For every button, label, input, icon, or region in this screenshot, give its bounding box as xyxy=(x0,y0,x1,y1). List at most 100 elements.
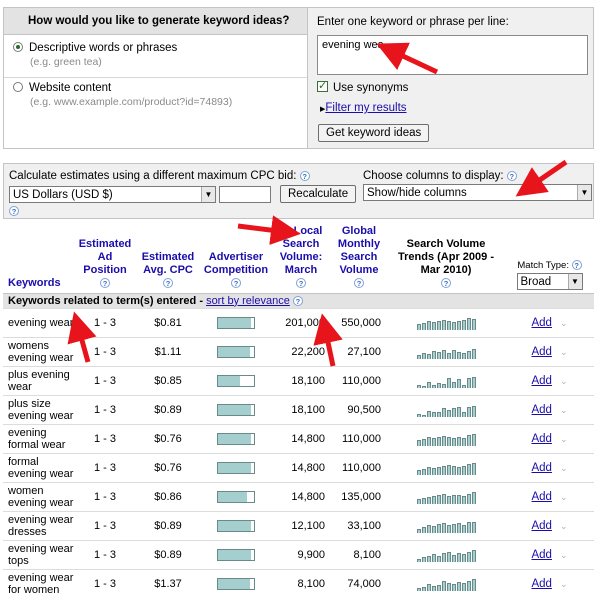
trend-bar xyxy=(426,496,431,504)
col-local-volume-label[interactable]: ▼ Local Search Volume: March xyxy=(275,225,327,277)
col-local-volume[interactable]: ▼ Local Search Volume: March? xyxy=(271,222,331,293)
radio-descriptive[interactable] xyxy=(13,42,23,52)
add-cell: Add ⌄ xyxy=(505,568,594,598)
trend-bar xyxy=(466,521,471,533)
trend-bar xyxy=(426,381,431,388)
chevron-down-icon[interactable]: ⌄ xyxy=(560,347,568,357)
competition-bar xyxy=(217,577,255,590)
add-keyword-link[interactable]: Add xyxy=(531,317,551,329)
help-icon[interactable]: ? xyxy=(163,277,173,288)
add-keyword-link[interactable]: Add xyxy=(531,346,551,358)
trend-bar xyxy=(446,320,451,330)
match-type-select[interactable]: Broad ▼ xyxy=(516,272,583,290)
chevron-down-icon[interactable]: ⌄ xyxy=(560,579,568,589)
trend-bar xyxy=(416,439,421,446)
chevron-down-icon[interactable]: ⌄ xyxy=(560,521,568,531)
competition-bar xyxy=(217,548,255,561)
trend-bar xyxy=(426,524,431,533)
col-avg-cpc-label[interactable]: Estimated Avg. CPC xyxy=(138,251,198,277)
chevron-down-icon[interactable]: ▼ xyxy=(567,273,582,289)
trend-bar xyxy=(446,352,451,359)
option-descriptive[interactable]: Descriptive words or phrases (e.g. green… xyxy=(13,42,177,68)
add-keyword-link[interactable]: Add xyxy=(531,520,551,532)
competition-bar xyxy=(217,316,255,329)
trend-bar xyxy=(426,555,431,562)
recalculate-button[interactable]: Recalculate xyxy=(280,185,357,203)
help-icon[interactable]: ? xyxy=(100,277,110,288)
filter-results-link[interactable]: Filter my results xyxy=(325,102,406,114)
option-website[interactable]: Website content (e.g. www.example.com/pr… xyxy=(13,82,232,108)
trend-bar xyxy=(456,494,461,504)
add-cell: Add ⌄ xyxy=(505,452,594,482)
global-volume-cell: 550,000 xyxy=(331,307,387,337)
radio-website[interactable] xyxy=(13,82,23,92)
sort-by-relevance-link[interactable]: sort by relevance xyxy=(206,295,290,307)
chevron-down-icon[interactable]: ⌄ xyxy=(560,318,568,328)
chevron-down-icon[interactable]: ▼ xyxy=(577,185,591,200)
help-icon[interactable]: ? xyxy=(292,295,303,306)
col-ad-position[interactable]: Estimated Ad Position? xyxy=(75,222,135,293)
competition-bar xyxy=(217,374,255,387)
trend-bar xyxy=(471,491,476,504)
trend-bar xyxy=(441,407,446,417)
col-competition[interactable]: Advertiser Competition? xyxy=(201,222,271,293)
columns-select[interactable]: Show/hide columns ▼ xyxy=(363,184,592,201)
bid-input[interactable] xyxy=(219,186,271,203)
trend-bar xyxy=(456,320,461,330)
keyword-textarea[interactable]: evening wea xyxy=(317,35,588,75)
help-icon[interactable]: ? xyxy=(571,259,582,270)
help-icon[interactable]: ? xyxy=(9,206,19,216)
help-icon[interactable]: ? xyxy=(354,277,364,288)
trend-bar xyxy=(446,495,451,504)
trend-bar xyxy=(466,350,471,359)
global-volume-cell: 110,000 xyxy=(331,423,387,453)
chevron-down-icon[interactable]: ⌄ xyxy=(560,492,568,502)
competition-bar xyxy=(217,490,255,503)
col-avg-cpc[interactable]: Estimated Avg. CPC? xyxy=(135,222,201,293)
competition-bar xyxy=(217,403,255,416)
help-icon[interactable]: ? xyxy=(231,277,241,288)
add-keyword-link[interactable]: Add xyxy=(531,578,551,590)
help-icon[interactable]: ? xyxy=(506,171,517,181)
trend-bar xyxy=(461,352,466,359)
trend-bar xyxy=(471,462,476,475)
trend-bar xyxy=(426,353,431,359)
chevron-down-icon[interactable]: ▼ xyxy=(201,187,215,202)
add-keyword-link[interactable]: Add xyxy=(531,462,551,474)
chevron-down-icon[interactable]: ⌄ xyxy=(560,550,568,560)
help-icon[interactable]: ? xyxy=(296,277,306,288)
trend-bar xyxy=(416,587,421,591)
add-keyword-link[interactable]: Add xyxy=(531,433,551,445)
add-keyword-link[interactable]: Add xyxy=(531,549,551,561)
chevron-down-icon[interactable]: ⌄ xyxy=(560,405,568,415)
help-icon[interactable]: ? xyxy=(441,277,451,288)
trend-bar xyxy=(431,384,436,388)
trend-bar xyxy=(421,438,426,446)
add-keyword-link[interactable]: Add xyxy=(531,491,551,503)
local-volume-cell: 8,100 xyxy=(271,568,331,598)
col-keywords[interactable]: Keywords xyxy=(3,222,75,293)
help-icon[interactable]: ? xyxy=(299,171,310,181)
chevron-down-icon[interactable]: ⌄ xyxy=(560,376,568,386)
add-keyword-link[interactable]: Add xyxy=(531,404,551,416)
chevron-down-icon[interactable]: ⌄ xyxy=(560,434,568,444)
checkbox-icon[interactable] xyxy=(317,79,328,92)
col-competition-label[interactable]: Advertiser Competition xyxy=(203,251,269,277)
col-global-volume[interactable]: Global Monthly Search Volume? xyxy=(331,222,387,293)
trend-cell xyxy=(387,539,505,569)
trend-sparkline xyxy=(416,345,476,359)
col-ad-position-label[interactable]: Estimated Ad Position xyxy=(77,238,133,277)
trend-bar xyxy=(451,554,456,562)
col-keywords-label[interactable]: Keywords xyxy=(8,277,61,289)
global-volume-cell: 27,100 xyxy=(331,336,387,366)
chevron-down-icon[interactable]: ⌄ xyxy=(560,463,568,473)
trend-bar xyxy=(436,436,441,446)
currency-select[interactable]: US Dollars (USD $) ▼ xyxy=(9,186,216,203)
use-synonyms-checkbox[interactable]: Use synonyms xyxy=(317,79,408,94)
add-cell: Add ⌄ xyxy=(505,336,594,366)
trend-bar xyxy=(466,580,471,591)
col-global-volume-label[interactable]: Global Monthly Search Volume xyxy=(334,225,384,277)
add-keyword-link[interactable]: Add xyxy=(531,375,551,387)
filter-results[interactable]: ▶Filter my results xyxy=(320,102,407,114)
get-keyword-ideas-button[interactable]: Get keyword ideas xyxy=(318,124,430,142)
